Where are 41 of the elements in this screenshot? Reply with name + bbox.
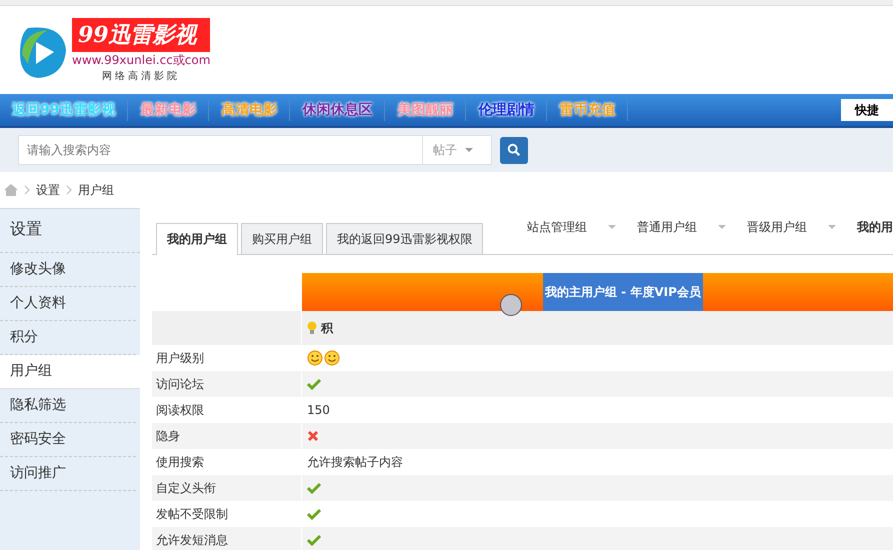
chevron-icon xyxy=(66,185,72,195)
tab[interactable]: 购买用户组 xyxy=(241,223,323,254)
sidebar-item[interactable]: 修改头像 xyxy=(0,253,136,287)
search-icon xyxy=(507,143,521,157)
check-icon xyxy=(307,482,321,494)
permission-value: 150 xyxy=(307,403,330,417)
chevron-icon xyxy=(24,185,30,195)
sidebar-item[interactable]: 用户组 xyxy=(0,355,140,389)
sidebar-item[interactable]: 个人资料 xyxy=(0,287,136,321)
breadcrumb-link[interactable]: 设置 xyxy=(36,182,60,198)
breadcrumb-link[interactable]: 用户组 xyxy=(78,182,114,198)
smiley-icon xyxy=(307,350,323,366)
group-menu[interactable]: 站点管理组 xyxy=(523,218,591,236)
permission-label: 允许发短消息 xyxy=(152,527,302,550)
permission-value: 允许搜索帖子内容 xyxy=(307,454,403,470)
banner-title: 我的主用户组 - 年度VIP会员 xyxy=(543,273,703,311)
permission-label: 自定义头衔 xyxy=(152,475,302,501)
sidebar-item[interactable]: 隐私筛选 xyxy=(0,389,136,423)
sidebar-item[interactable]: 访问推广 xyxy=(0,457,136,491)
logo-url: www.99xunlei.cc或com xyxy=(72,52,210,68)
tab[interactable]: 我的用户组 xyxy=(156,223,238,255)
check-icon xyxy=(307,508,321,520)
tab[interactable]: 我的返回99迅雷影视权限 xyxy=(326,223,484,254)
sidebar-item[interactable]: 密码安全 xyxy=(0,423,136,457)
cursor-icon xyxy=(500,294,522,316)
group-menu[interactable]: 晋级用户组 xyxy=(743,218,811,236)
permission-label: 访问论坛 xyxy=(152,371,302,397)
sidebar-title: 设置 xyxy=(0,209,140,253)
bulb-icon xyxy=(307,321,317,335)
quick-button[interactable]: 快捷 xyxy=(841,99,893,121)
check-icon xyxy=(307,534,321,546)
points-label: 积 xyxy=(321,320,333,336)
permission-label: 隐身 xyxy=(152,423,302,449)
group-menu[interactable]: 我的用 xyxy=(853,218,893,236)
cross-icon xyxy=(307,430,319,442)
group-menu[interactable]: 普通用户组 xyxy=(633,218,701,236)
logo-slogan: 网络高清影院 xyxy=(101,70,181,82)
search-button[interactable] xyxy=(500,136,528,164)
logo-title: 99迅雷影视 xyxy=(72,18,210,52)
smiley-icon xyxy=(324,350,340,366)
check-icon xyxy=(307,378,321,390)
